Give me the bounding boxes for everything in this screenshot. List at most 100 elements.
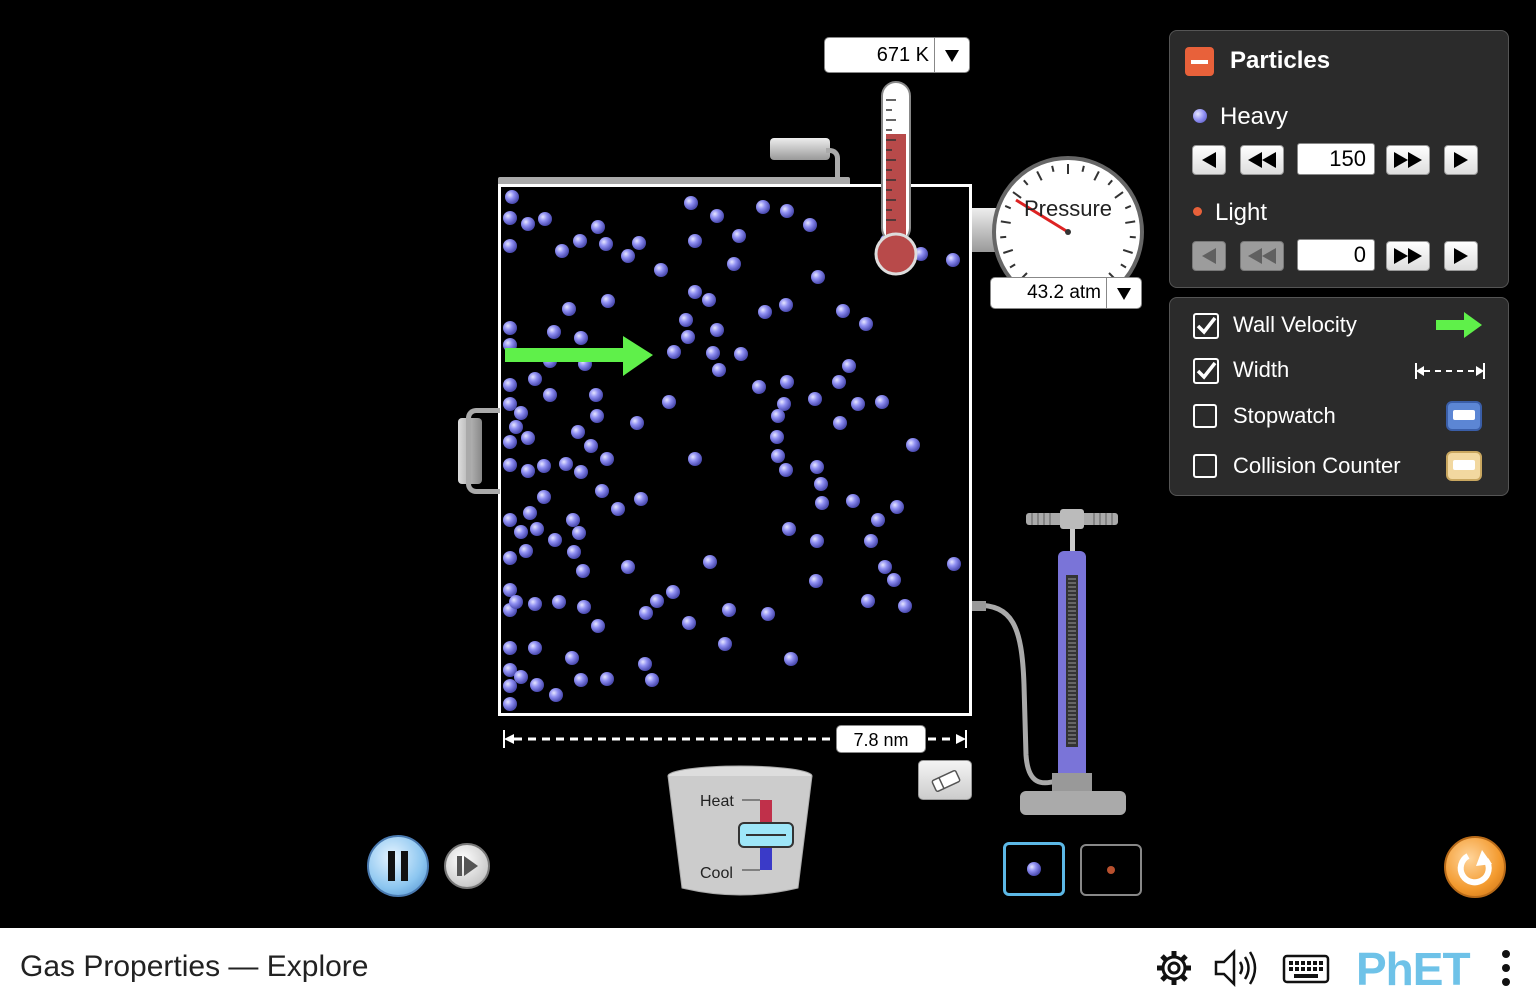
- light-increment-button[interactable]: [1444, 241, 1478, 271]
- pause-button[interactable]: [367, 835, 429, 897]
- width-readout-value: 7.8 nm: [853, 730, 909, 750]
- heavy-particle: [621, 560, 635, 574]
- triangle-left-icon: [1202, 152, 1216, 168]
- light-decrement-button[interactable]: [1192, 241, 1226, 271]
- particles-panel: Particles Heavy 150 Light 0: [1169, 30, 1509, 288]
- heavy-particle: [871, 513, 885, 527]
- chevron-down-icon: [1117, 288, 1131, 300]
- heavy-count-field[interactable]: 150: [1297, 143, 1375, 175]
- heavy-particle: [710, 209, 724, 223]
- heavy-particle: [650, 594, 664, 608]
- heavy-particle: [808, 392, 822, 406]
- heavy-particle: [779, 298, 793, 312]
- more-options-icon[interactable]: [1496, 944, 1516, 992]
- double-left-icon: [1248, 152, 1276, 168]
- heavy-particle: [574, 673, 588, 687]
- heavy-particle: [887, 573, 901, 587]
- step-forward-button[interactable]: [444, 843, 490, 889]
- heavy-particle: [567, 545, 581, 559]
- heavy-particle: [836, 304, 850, 318]
- heavy-particle: [842, 359, 856, 373]
- heavy-label: Heavy: [1220, 103, 1289, 130]
- heavy-particle: [875, 395, 889, 409]
- bicycle-pump[interactable]: [972, 505, 1132, 825]
- simulation-area: 7.8 nm 671 K Pressure 43.2 atm Heat Cool…: [0, 0, 1536, 928]
- heavy-particle: [832, 375, 846, 389]
- wall-velocity-checkbox[interactable]: [1193, 313, 1219, 339]
- heavy-particle: [599, 237, 613, 251]
- gear-icon[interactable]: [1152, 946, 1196, 990]
- heavy-particle: [702, 293, 716, 307]
- width-readout: 7.8 nm: [836, 725, 926, 753]
- heavy-particle: [559, 457, 573, 471]
- heavy-decrement-button[interactable]: [1192, 145, 1226, 175]
- heat-label: Heat: [700, 793, 734, 810]
- heavy-particle: [503, 513, 517, 527]
- heavy-particle: [898, 599, 912, 613]
- heavy-particle: [573, 234, 587, 248]
- heavy-particle: [722, 603, 736, 617]
- heavy-particle: [688, 234, 702, 248]
- reset-all-button[interactable]: [1444, 836, 1506, 898]
- green-arrow-icon: [1436, 312, 1482, 338]
- light-particle-selector[interactable]: [1080, 844, 1142, 896]
- particles-panel-title: Particles: [1230, 47, 1331, 74]
- heavy-increment-button[interactable]: [1444, 145, 1478, 175]
- heavy-particle: [574, 465, 588, 479]
- step-forward-icon: [457, 856, 478, 876]
- heavy-particle: [771, 449, 785, 463]
- heavy-particle: [771, 409, 785, 423]
- heavy-particle: [780, 204, 794, 218]
- collapse-button[interactable]: [1185, 47, 1214, 76]
- pressure-readout[interactable]: 43.2 atm: [990, 277, 1142, 309]
- collision-counter-checkbox[interactable]: [1193, 454, 1217, 478]
- heavy-particle: [727, 257, 741, 271]
- heavy-particle: [684, 196, 698, 210]
- stopwatch-checkbox[interactable]: [1193, 404, 1217, 428]
- heavy-particle: [537, 490, 551, 504]
- eraser-icon: [931, 769, 961, 793]
- temperature-units-dropdown[interactable]: [934, 38, 969, 72]
- heavy-particle-icon: [1027, 862, 1041, 876]
- light-count-field[interactable]: 0: [1297, 239, 1375, 271]
- keyboard-icon[interactable]: [1282, 950, 1330, 986]
- heavy-particle: [521, 217, 535, 231]
- heavy-particle: [503, 397, 517, 411]
- heavy-particle: [688, 285, 702, 299]
- heavy-particle: [503, 211, 517, 225]
- heavy-particle: [591, 619, 605, 633]
- double-left-icon: [1248, 248, 1276, 264]
- light-decrement-fast-button[interactable]: [1240, 241, 1284, 271]
- heavy-particle: [509, 595, 523, 609]
- heavy-particle: [645, 673, 659, 687]
- triangle-right-icon: [1454, 152, 1468, 168]
- heavy-particle: [758, 305, 772, 319]
- sound-icon[interactable]: [1212, 946, 1262, 990]
- heavy-particle: [666, 585, 680, 599]
- heavy-particle: [503, 583, 517, 597]
- heavy-particle: [878, 560, 892, 574]
- phet-logo[interactable]: PhET: [1356, 942, 1471, 996]
- heavy-particle: [552, 595, 566, 609]
- heavy-decrement-fast-button[interactable]: [1240, 145, 1284, 175]
- heat-cool-slider-thumb[interactable]: [738, 822, 794, 848]
- heavy-particle: [530, 678, 544, 692]
- heavy-particle: [734, 347, 748, 361]
- heavy-increment-fast-button[interactable]: [1386, 145, 1430, 175]
- heavy-particle: [514, 670, 528, 684]
- heavy-particle: [549, 688, 563, 702]
- temperature-readout[interactable]: 671 K: [824, 37, 970, 73]
- screen-title: Gas Properties — Explore: [20, 950, 369, 983]
- light-increment-fast-button[interactable]: [1386, 241, 1430, 271]
- heavy-particle: [662, 395, 676, 409]
- heavy-particle: [810, 534, 824, 548]
- pressure-units-dropdown[interactable]: [1106, 278, 1141, 308]
- width-label: Width: [1233, 357, 1290, 382]
- heavy-particle-selector[interactable]: [1003, 842, 1065, 896]
- heavy-particle: [591, 220, 605, 234]
- heavy-particle: [712, 363, 726, 377]
- heavy-particle: [537, 459, 551, 473]
- eraser-button[interactable]: [918, 760, 972, 800]
- width-checkbox[interactable]: [1193, 358, 1219, 384]
- heavy-particle: [688, 452, 702, 466]
